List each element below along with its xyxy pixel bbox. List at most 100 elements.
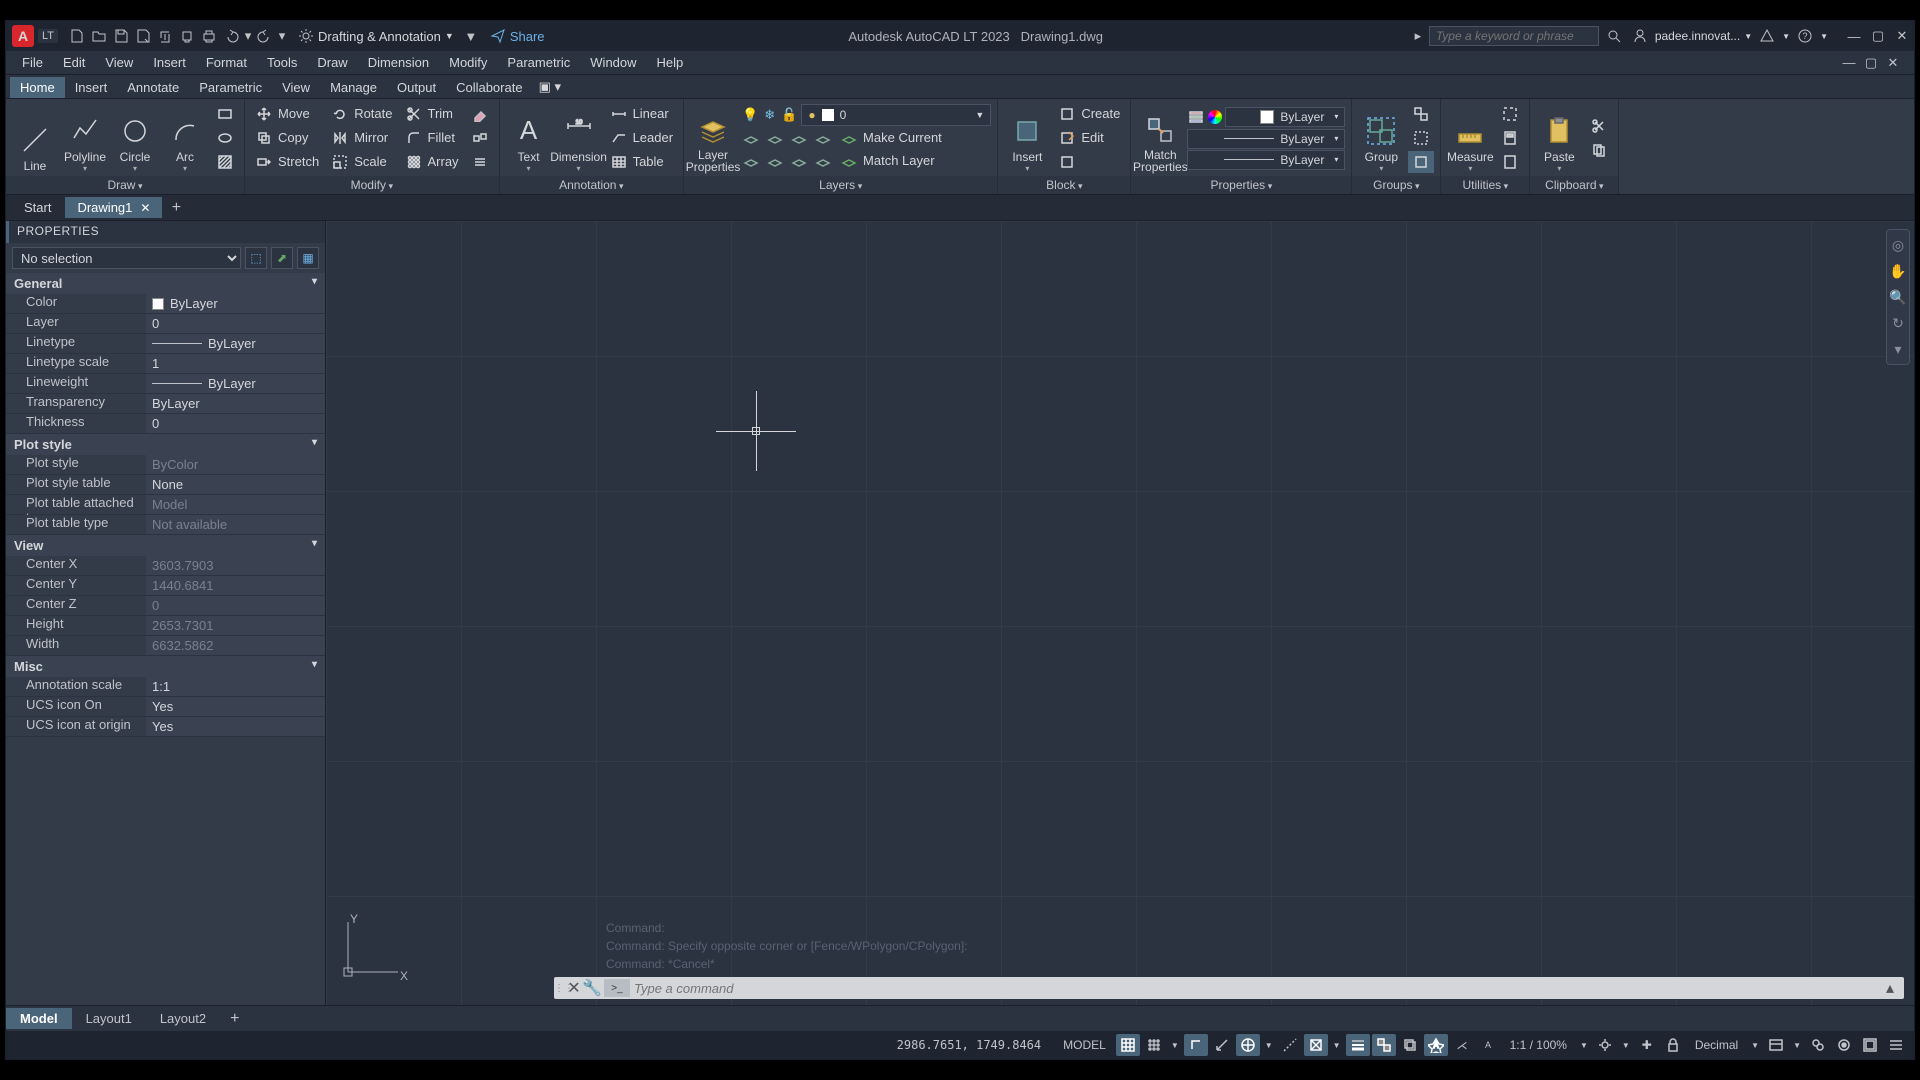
lineweight-dropdown[interactable]: ByLayer — [1187, 129, 1345, 149]
ungroup-icon[interactable] — [1408, 103, 1434, 125]
menu-tools[interactable]: Tools — [257, 53, 307, 72]
color-list-icon[interactable] — [1187, 106, 1205, 128]
tab-collaborate[interactable]: Collaborate — [446, 77, 533, 98]
layer-off-icon[interactable] — [740, 127, 762, 149]
prop-ltscale-val[interactable]: 1 — [146, 354, 325, 374]
app-logo[interactable]: A — [12, 25, 34, 47]
cat-general[interactable]: General — [6, 273, 325, 294]
user-icon[interactable] — [1629, 25, 1651, 47]
tool-trim[interactable]: Trim — [401, 103, 463, 125]
panel-groups-label[interactable]: Groups — [1352, 176, 1440, 194]
tool-table[interactable]: Table — [606, 151, 677, 173]
status-lwt-icon[interactable] — [1346, 1034, 1370, 1056]
status-coords[interactable]: 2986.7651, 1749.8464 — [897, 1038, 1042, 1052]
status-snap-dd[interactable]: ▼ — [1168, 1034, 1182, 1056]
tool-dimension[interactable]: 10Dimension — [556, 103, 602, 173]
command-line[interactable]: ⋮⋮ ✕ 🔧 >_ ▴ — [554, 977, 1904, 999]
util-calc-icon[interactable] — [1497, 127, 1523, 149]
layer-unlock-icon[interactable] — [788, 150, 810, 172]
status-clean-icon[interactable] — [1858, 1034, 1882, 1056]
save-icon[interactable] — [110, 25, 132, 47]
cat-plot[interactable]: Plot style — [6, 434, 325, 455]
quick-select-icon[interactable]: ⬚ — [245, 247, 267, 269]
menu-insert[interactable]: Insert — [143, 53, 196, 72]
filetab-start[interactable]: Start — [12, 197, 63, 218]
tool-ellipse[interactable] — [212, 127, 238, 149]
layouttab-layout2[interactable]: Layout2 — [146, 1008, 220, 1029]
panel-draw-label[interactable]: Draw — [6, 176, 244, 194]
prop-plottable-val[interactable]: None — [146, 475, 325, 495]
status-lock-icon[interactable] — [1661, 1034, 1685, 1056]
tool-match-layer[interactable]: Match Layer — [836, 150, 939, 172]
tab-view[interactable]: View — [272, 77, 320, 98]
panel-clipboard-label[interactable]: Clipboard — [1530, 176, 1618, 194]
prop-height-val[interactable]: 2653.7301 — [146, 616, 325, 636]
tab-manage[interactable]: Manage — [320, 77, 387, 98]
redo-dd-icon[interactable]: ▾ — [276, 25, 288, 47]
status-annoscale-icon[interactable]: A — [1476, 1034, 1500, 1056]
status-cycling-icon[interactable] — [1398, 1034, 1422, 1056]
tool-line[interactable]: Line — [12, 103, 58, 173]
tool-hatch[interactable] — [212, 151, 238, 173]
doc-minimize-icon[interactable]: — — [1838, 52, 1860, 74]
prop-layer-val[interactable]: 0 — [146, 314, 325, 334]
user-name[interactable]: padee.innovat... — [1655, 29, 1740, 43]
tool-rotate[interactable]: Rotate — [327, 103, 396, 125]
web-save-icon[interactable] — [176, 25, 198, 47]
toggle-pim-icon[interactable]: ▦ — [297, 247, 319, 269]
tool-make-current[interactable]: Make Current — [836, 127, 946, 149]
status-monitor-icon[interactable]: ✚ — [1635, 1034, 1659, 1056]
util-count-icon[interactable] — [1497, 151, 1523, 173]
menu-file[interactable]: File — [12, 53, 53, 72]
status-model[interactable]: MODEL — [1055, 1034, 1114, 1056]
tool-polyline[interactable]: Polyline — [62, 103, 108, 173]
selection-dropdown[interactable]: No selection — [12, 247, 241, 269]
panel-annotation-label[interactable]: Annotation — [500, 176, 683, 194]
status-polar-icon[interactable] — [1210, 1034, 1234, 1056]
panel-block-label[interactable]: Block — [998, 176, 1130, 194]
menu-help[interactable]: Help — [647, 53, 694, 72]
tool-text[interactable]: AText — [506, 103, 552, 173]
tool-explode[interactable] — [467, 127, 493, 149]
tab-parametric[interactable]: Parametric — [189, 77, 272, 98]
status-scale[interactable]: 1:1 / 100% — [1502, 1034, 1575, 1056]
status-qp-icon[interactable] — [1764, 1034, 1788, 1056]
color-dropdown[interactable]: ByLayer — [1225, 107, 1345, 127]
layer-lock-icon[interactable]: 🔓 — [779, 104, 799, 126]
prop-centerz-val[interactable]: 0 — [146, 596, 325, 616]
layer-freeze2-icon[interactable] — [764, 127, 786, 149]
status-hw-icon[interactable] — [1806, 1034, 1830, 1056]
prop-centerx-val[interactable]: 3603.7903 — [146, 556, 325, 576]
tool-rectangle[interactable] — [212, 103, 238, 125]
menu-modify[interactable]: Modify — [439, 53, 497, 72]
status-units[interactable]: Decimal — [1687, 1034, 1746, 1056]
doc-close-icon[interactable]: ✕ — [1882, 52, 1904, 74]
tool-layer-properties[interactable]: Layer Properties — [690, 103, 736, 173]
panel-properties-label[interactable]: Properties — [1131, 176, 1351, 194]
layer-state-icon[interactable]: 💡 — [740, 104, 760, 126]
nav-orbit-icon[interactable]: ↻ — [1887, 312, 1909, 334]
nav-wheel-icon[interactable]: ◎ — [1887, 234, 1909, 256]
status-custom-icon[interactable] — [1884, 1034, 1908, 1056]
prop-ucsorigin-val[interactable]: Yes — [146, 717, 325, 737]
linetype-dropdown[interactable]: ByLayer — [1187, 150, 1345, 170]
filetab-drawing1[interactable]: Drawing1✕ — [65, 197, 162, 218]
status-osnap-dd[interactable]: ▼ — [1330, 1034, 1344, 1056]
tool-offset[interactable] — [467, 151, 493, 173]
status-ws-dd[interactable]: ▼ — [1619, 1034, 1633, 1056]
cmdline-customize-icon[interactable]: 🔧 — [582, 978, 600, 998]
undo-icon[interactable] — [220, 25, 242, 47]
panel-layers-label[interactable]: Layers — [684, 176, 997, 194]
redo-icon[interactable] — [254, 25, 276, 47]
open-icon[interactable] — [88, 25, 110, 47]
cmdline-close-icon[interactable]: ✕ — [566, 978, 582, 998]
menu-view[interactable]: View — [95, 53, 143, 72]
tool-paste[interactable]: Paste — [1536, 103, 1582, 173]
saveas-icon[interactable] — [132, 25, 154, 47]
status-scale-dd[interactable]: ▼ — [1577, 1034, 1591, 1056]
tool-edit-block[interactable]: Edit — [1054, 127, 1124, 149]
layer-thaw-icon[interactable] — [764, 150, 786, 172]
status-units-dd[interactable]: ▼ — [1748, 1034, 1762, 1056]
close-icon[interactable]: ✕ — [1890, 25, 1914, 47]
status-transparency-icon[interactable] — [1372, 1034, 1396, 1056]
